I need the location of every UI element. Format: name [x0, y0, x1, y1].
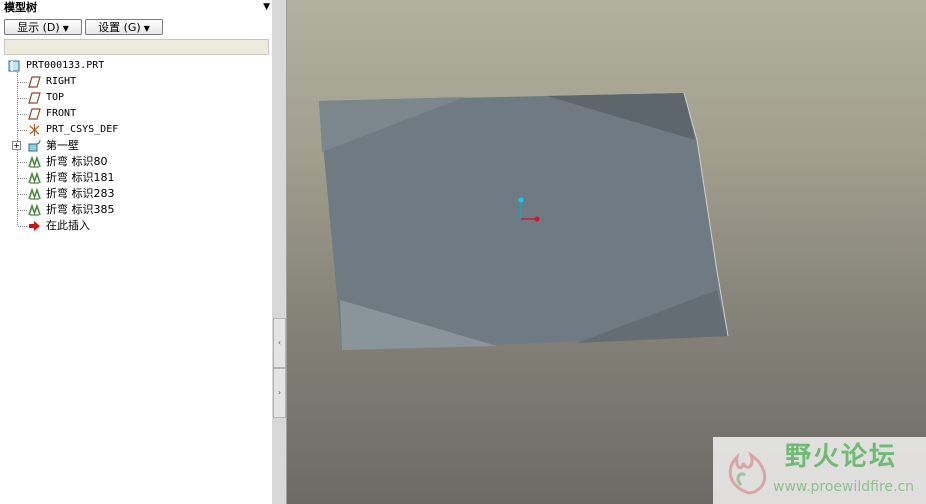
tree-connector: [18, 178, 27, 179]
tree-item-top[interactable]: TOP: [0, 90, 268, 106]
tree-item-label: PRT000133.PRT: [26, 60, 105, 71]
part-icon: [8, 60, 20, 72]
tree-item-label: TOP: [46, 92, 65, 103]
tree-filter-strip[interactable]: [4, 39, 269, 55]
panel-divider[interactable]: ‹ ›: [272, 0, 287, 504]
axis-x-end-icon: [534, 216, 540, 222]
bend-icon: [28, 204, 41, 216]
chevron-down-icon: ▼: [143, 24, 150, 33]
chevron-down-icon: ▼: [62, 24, 69, 33]
display-button[interactable]: 显示 (D) ▼: [4, 19, 82, 35]
tree-item-front[interactable]: FRONT: [0, 106, 268, 122]
tree-connector: [18, 226, 27, 227]
tree-item-label: 折弯 标识80: [46, 155, 108, 168]
tree-item-label: FRONT: [46, 108, 77, 119]
sheetmetal-model[interactable]: [287, 0, 926, 504]
tree-item-label: 折弯 标识181: [46, 171, 115, 184]
expand-right-icon[interactable]: ›: [273, 368, 286, 418]
tree-item-bend-80[interactable]: 折弯 标识80: [0, 154, 268, 170]
settings-button[interactable]: 设置 (G) ▼: [85, 19, 163, 35]
model-tree-panel: 模型树 ▼ 显示 (D) ▼ 设置 (G) ▼ PRT000133.PRT RIGH…: [0, 0, 273, 504]
graphics-viewport[interactable]: [287, 0, 926, 504]
axis-y-end-icon: [518, 197, 524, 203]
tree-item-bend-283[interactable]: 折弯 标识283: [0, 186, 268, 202]
triangle-down-icon[interactable]: ▼: [263, 2, 270, 12]
tree-item-first-wall[interactable]: + 第一壁: [0, 138, 268, 154]
tree-item-right[interactable]: RIGHT: [0, 74, 268, 90]
expand-plus-icon[interactable]: +: [12, 141, 21, 150]
watermark-url: www.proewildfire.cn: [773, 479, 915, 495]
tree-connector: [18, 194, 27, 195]
tree-connector: [18, 130, 27, 131]
tree-item-label: 折弯 标识385: [46, 203, 115, 216]
insert-here-arrow-icon: [29, 221, 40, 231]
tree-item-csys[interactable]: PRT_CSYS_DEF: [0, 122, 268, 138]
panel-title: 模型树: [4, 1, 37, 14]
tree-connector: [18, 98, 27, 99]
forum-watermark: 野火论坛 www.proewildfire.cn: [713, 437, 926, 504]
tree-item-label: 第一壁: [46, 139, 79, 152]
model-tree: PRT000133.PRT RIGHT TOP FRONT PRT_CSYS_D…: [0, 58, 271, 504]
datum-plane-icon: [28, 92, 41, 104]
bend-icon: [28, 156, 41, 168]
tree-item-label: RIGHT: [46, 76, 77, 87]
settings-button-label: 设置 (G): [98, 21, 141, 34]
datum-plane-icon: [28, 76, 41, 88]
tree-item-label: 折弯 标识283: [46, 187, 115, 200]
tree-item-label: PRT_CSYS_DEF: [46, 124, 119, 135]
tree-item-insert-here[interactable]: 在此插入: [0, 218, 268, 234]
first-wall-icon: [28, 140, 41, 152]
tree-item-label: 在此插入: [46, 219, 90, 232]
coordinate-system-icon: [29, 124, 40, 136]
collapse-left-icon[interactable]: ‹: [273, 318, 286, 368]
tree-connector: [18, 162, 27, 163]
tree-connector: [18, 114, 27, 115]
tree-item-root[interactable]: PRT000133.PRT: [0, 58, 268, 74]
tree-connector: [18, 82, 27, 83]
bend-icon: [28, 172, 41, 184]
bend-icon: [28, 188, 41, 200]
watermark-title: 野火论坛: [785, 442, 898, 472]
flame-logo-icon: [728, 451, 767, 495]
tree-item-bend-181[interactable]: 折弯 标识181: [0, 170, 268, 186]
tree-item-bend-385[interactable]: 折弯 标识385: [0, 202, 268, 218]
datum-plane-icon: [28, 108, 41, 120]
display-button-label: 显示 (D): [17, 21, 60, 34]
tree-connector: [18, 210, 27, 211]
